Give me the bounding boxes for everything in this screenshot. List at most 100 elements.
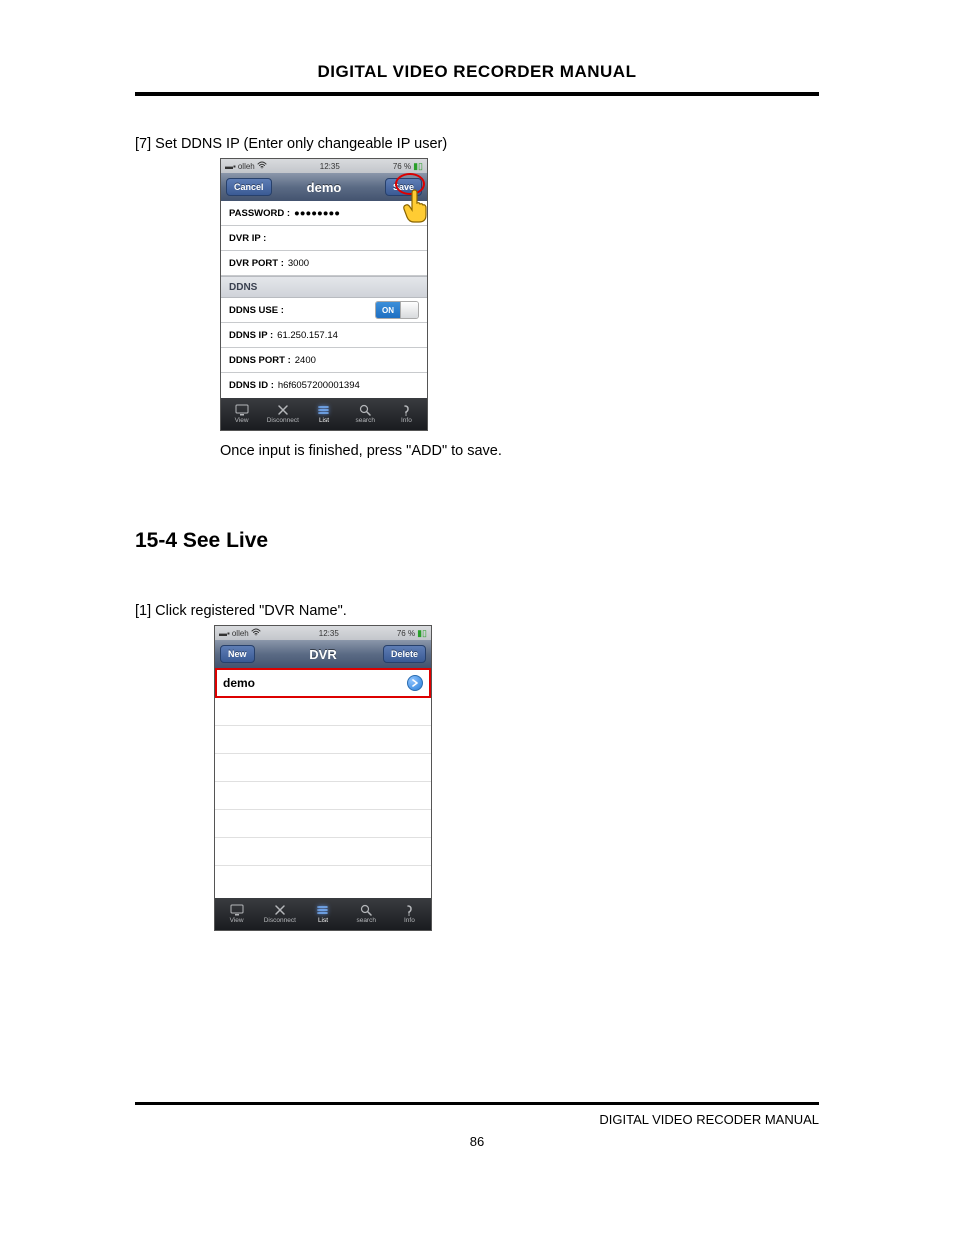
ddns-ip-row[interactable]: DDNS IP : 61.250.157.14	[221, 323, 427, 348]
info-icon	[403, 904, 415, 916]
list-icon	[317, 904, 329, 916]
disconnect-icon	[277, 404, 289, 416]
tab-view-label: View	[235, 417, 249, 424]
monitor-icon	[230, 904, 244, 916]
battery-percent: 76 %	[397, 629, 415, 638]
list-row-empty	[215, 726, 431, 754]
ddns-use-label: DDNS USE :	[229, 305, 284, 316]
cancel-button[interactable]: Cancel	[226, 178, 272, 196]
list-row-empty	[215, 810, 431, 838]
tab-info-label: Info	[404, 917, 415, 924]
carrier-indicator: ▬▪ olleh	[219, 628, 261, 638]
battery-icon: ▮▯	[413, 161, 423, 172]
signal-bars-icon: ▬▪	[225, 162, 236, 171]
step-7-caption: Once input is finished, press "ADD" to s…	[220, 443, 819, 459]
clock-label: 12:35	[319, 629, 339, 638]
info-icon	[400, 404, 412, 416]
ddns-port-row[interactable]: DDNS PORT : 2400	[221, 348, 427, 373]
list-icon	[318, 404, 330, 416]
toggle-on-label: ON	[376, 302, 400, 318]
ddns-ip-value: 61.250.157.14	[277, 330, 338, 341]
tab-view-label: View	[230, 917, 244, 924]
list-row-empty	[215, 782, 431, 810]
delete-button[interactable]: Delete	[383, 645, 426, 663]
carrier-label: olleh	[238, 162, 255, 171]
ddns-id-value: h6f6057200001394	[278, 380, 360, 391]
battery-indicator: 76 % ▮▯	[397, 628, 427, 639]
tab-disconnect[interactable]: Disconnect	[258, 898, 301, 930]
toggle-knob	[400, 302, 418, 318]
header-divider	[135, 92, 819, 96]
ddns-port-value: 2400	[295, 355, 316, 366]
page-number: 86	[0, 1134, 954, 1149]
list-row-empty	[215, 838, 431, 866]
battery-indicator: 76 % ▮▯	[393, 161, 423, 172]
nav-bar: New DVR Delete	[215, 640, 431, 668]
tab-search[interactable]: search	[345, 398, 386, 430]
dvr-item-name: demo	[223, 676, 255, 690]
tab-info[interactable]: Info	[388, 898, 431, 930]
tab-view[interactable]: View	[221, 398, 262, 430]
dvr-list: demo	[215, 668, 431, 898]
nav-bar: Cancel demo Save	[221, 173, 427, 201]
tab-list-label: List	[318, 917, 328, 924]
dvr-item-demo[interactable]: demo	[215, 668, 431, 698]
dvr-ip-row[interactable]: DVR IP :	[221, 226, 427, 251]
bottom-tab-bar: View Disconnect List search Info	[221, 398, 427, 430]
tab-view[interactable]: View	[215, 898, 258, 930]
password-value: ●●●●●●●●	[294, 208, 340, 219]
clock-label: 12:35	[320, 162, 340, 171]
password-row[interactable]: PASSWORD : ●●●●●●●●	[221, 201, 427, 226]
step-1-text: [1] Click registered "DVR Name".	[135, 603, 819, 619]
tab-info-label: Info	[401, 417, 412, 424]
dvr-port-value: 3000	[288, 258, 309, 269]
status-bar: ▬▪ olleh 12:35 76 % ▮▯	[221, 159, 427, 173]
monitor-icon	[235, 404, 249, 416]
carrier-label: olleh	[232, 629, 249, 638]
dvr-port-row[interactable]: DVR PORT : 3000	[221, 251, 427, 276]
tab-list[interactable]: List	[301, 898, 344, 930]
ddns-use-toggle[interactable]: ON	[375, 301, 419, 319]
ddns-id-row[interactable]: DDNS ID : h6f6057200001394	[221, 373, 427, 398]
section-heading-15-4: 15-4 See Live	[135, 529, 819, 553]
carrier-indicator: ▬▪ olleh	[225, 161, 267, 171]
chevron-right-icon	[407, 675, 423, 691]
dvr-ip-label: DVR IP :	[229, 233, 266, 244]
tab-disconnect-label: Disconnect	[264, 917, 296, 924]
footer-divider	[135, 1102, 819, 1105]
ddns-port-label: DDNS PORT :	[229, 355, 291, 366]
search-icon	[359, 404, 371, 416]
ddns-id-label: DDNS ID :	[229, 380, 274, 391]
disconnect-icon	[274, 904, 286, 916]
list-row-empty	[215, 754, 431, 782]
ddns-ip-label: DDNS IP :	[229, 330, 273, 341]
password-label: PASSWORD :	[229, 208, 290, 219]
tab-disconnect-label: Disconnect	[267, 417, 299, 424]
list-row-empty	[215, 698, 431, 726]
battery-icon: ▮▯	[417, 628, 427, 639]
search-icon	[360, 904, 372, 916]
wifi-icon	[257, 161, 267, 171]
tab-info[interactable]: Info	[386, 398, 427, 430]
bottom-tab-bar: View Disconnect List search Info	[215, 898, 431, 930]
footer-text: DIGITAL VIDEO RECODER MANUAL	[599, 1112, 819, 1127]
screenshot-2-container: ▬▪ olleh 12:35 76 % ▮▯ New DVR Delete de…	[214, 625, 819, 931]
new-button[interactable]: New	[220, 645, 255, 663]
wifi-icon	[251, 628, 261, 638]
ddns-use-row: DDNS USE : ON	[221, 298, 427, 323]
tab-list[interactable]: List	[303, 398, 344, 430]
battery-percent: 76 %	[393, 162, 411, 171]
signal-bars-icon: ▬▪	[219, 629, 230, 638]
list-row-empty	[215, 866, 431, 894]
tab-search-label: search	[355, 417, 375, 424]
pointing-hand-icon	[401, 189, 431, 227]
screenshot-1-container: ▬▪ olleh 12:35 76 % ▮▯ Cancel demo Save	[220, 158, 819, 459]
phone-mock-demo: ▬▪ olleh 12:35 76 % ▮▯ Cancel demo Save	[220, 158, 428, 431]
ddns-section-header: DDNS	[221, 276, 427, 298]
tab-list-label: List	[319, 417, 329, 424]
tab-search[interactable]: search	[345, 898, 388, 930]
tab-search-label: search	[356, 917, 376, 924]
step-7-text: [7] Set DDNS IP (Enter only changeable I…	[135, 136, 819, 152]
status-bar: ▬▪ olleh 12:35 76 % ▮▯	[215, 626, 431, 640]
tab-disconnect[interactable]: Disconnect	[262, 398, 303, 430]
